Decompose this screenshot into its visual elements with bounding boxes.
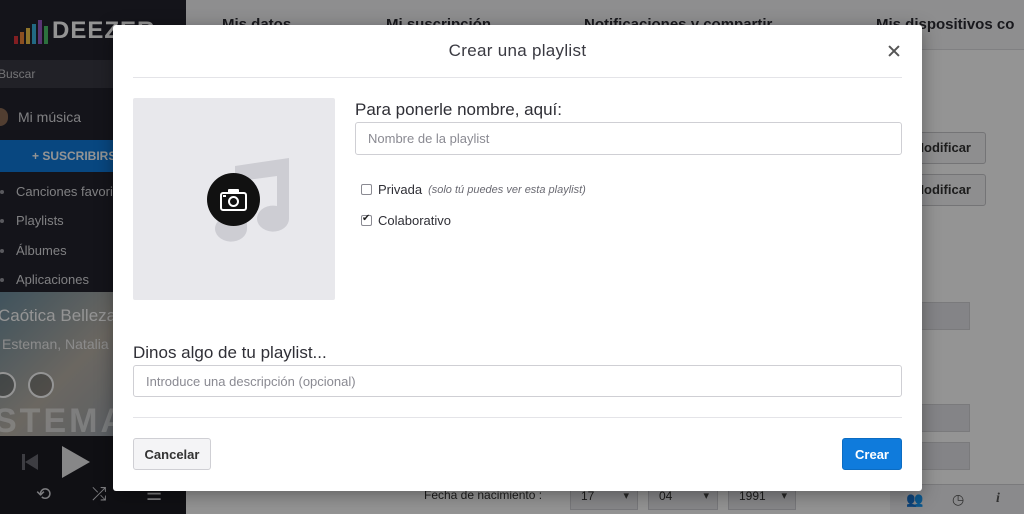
dialog-title: Crear una playlist [448,41,587,60]
footer-divider [133,417,902,418]
collaborative-checkbox[interactable] [361,213,372,226]
cancel-button[interactable]: Cancelar [133,438,211,470]
playlist-cover-upload[interactable] [133,98,335,300]
private-hint: (solo tú puedes ver esta playlist) [428,183,586,196]
private-checkbox[interactable] [361,184,372,195]
description-input[interactable] [133,365,902,397]
create-button[interactable]: Crear [842,438,902,470]
create-playlist-dialog: Crear una playlist Para ponerle nombre, … [113,25,922,491]
description-label: Dinos algo de tu playlist... [133,343,327,362]
camera-icon[interactable] [207,173,260,226]
private-label[interactable]: Privada [378,182,422,197]
collaborative-label[interactable]: Colaborativo [378,213,451,228]
collaborative-checkbox-row[interactable]: Colaborativo [361,213,451,228]
header-divider [133,77,902,78]
playlist-name-input[interactable] [355,122,902,155]
private-checkbox-row[interactable]: Privada (solo tú puedes ver esta playlis… [361,182,586,197]
close-icon[interactable] [886,43,902,59]
playlist-name-label: Para ponerle nombre, aquí: [355,100,562,119]
